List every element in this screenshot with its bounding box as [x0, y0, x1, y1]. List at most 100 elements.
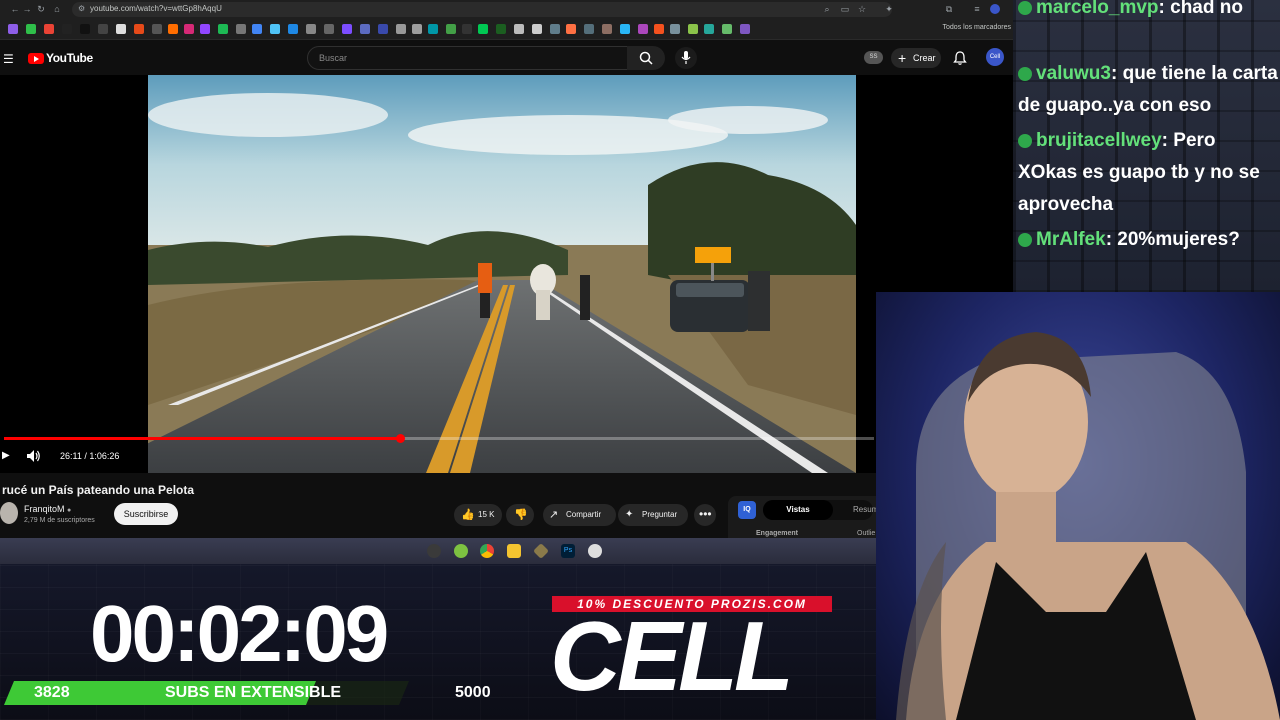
- youtube-header: ☰ YouTube SS + Crear Cell: [0, 40, 1013, 76]
- notifications-bell-icon[interactable]: [952, 50, 968, 66]
- url-text: youtube.com/watch?v=wttGp8hAqqU: [90, 4, 222, 13]
- bookmark-icon[interactable]: [412, 24, 422, 34]
- chat-badge-icon: [1018, 0, 1032, 15]
- more-icon: •••: [699, 507, 712, 521]
- subscribe-button[interactable]: Suscribirse: [114, 503, 178, 525]
- all-bookmarks-label[interactable]: Todos los marcadores: [943, 24, 1011, 31]
- youtube-logo[interactable]: YouTube: [28, 50, 93, 66]
- sidepanel-icon[interactable]: ≡: [972, 4, 982, 14]
- bookmark-icon[interactable]: [446, 24, 456, 34]
- tab-vistas[interactable]: Vistas: [763, 500, 833, 520]
- photoshop-icon[interactable]: Ps: [561, 544, 575, 558]
- bookmark-icon[interactable]: [688, 24, 698, 34]
- video-player[interactable]: [0, 75, 1013, 473]
- channel-name[interactable]: FranqitoM ●: [24, 504, 71, 514]
- bookmark-icon[interactable]: [638, 24, 648, 34]
- bookmark-icon[interactable]: [98, 24, 108, 34]
- video-frame[interactable]: [148, 75, 856, 473]
- tab-resumen[interactable]: Resum: [853, 500, 878, 520]
- bookmark-icon[interactable]: [168, 24, 178, 34]
- extension-icon[interactable]: ✦: [884, 4, 894, 14]
- bookmark-icon[interactable]: [550, 24, 560, 34]
- video-info: rucé un País pateando una Pelota Franqit…: [0, 473, 1013, 540]
- more-actions-button[interactable]: •••: [694, 504, 716, 526]
- menu-icon[interactable]: ☰: [3, 52, 14, 66]
- bookmark-icon[interactable]: [740, 24, 750, 34]
- zoom-icon[interactable]: ⌕: [822, 4, 832, 14]
- bookmark-icon[interactable]: [306, 24, 316, 34]
- bookmark-icon[interactable]: [496, 24, 506, 34]
- ask-button[interactable]: ✦ Preguntar: [618, 504, 688, 526]
- like-count: 15 K: [478, 510, 495, 519]
- user-badge[interactable]: SS: [864, 51, 883, 64]
- volume-icon[interactable]: [27, 450, 41, 462]
- bookmark-icon[interactable]: [8, 24, 18, 34]
- minecraft-icon[interactable]: [533, 543, 549, 559]
- search-box[interactable]: [307, 46, 629, 70]
- bookmark-icon[interactable]: [620, 24, 630, 34]
- bookmark-icon[interactable]: [566, 24, 576, 34]
- back-icon[interactable]: ←: [10, 4, 20, 14]
- bookmark-icon[interactable]: [270, 24, 280, 34]
- x-icon[interactable]: [62, 24, 72, 34]
- chrome-icon[interactable]: [480, 544, 494, 558]
- bookmark-icon[interactable]: [532, 24, 542, 34]
- tiktok-icon[interactable]: [80, 24, 90, 34]
- forward-icon[interactable]: →: [22, 4, 32, 14]
- bookmark-icon[interactable]: [252, 24, 262, 34]
- twitch-icon[interactable]: [200, 24, 210, 34]
- address-bar[interactable]: ⚙ youtube.com/watch?v=wttGp8hAqqU: [72, 2, 892, 17]
- bookmark-star-icon[interactable]: ☆: [857, 4, 867, 14]
- verified-icon: ●: [67, 507, 72, 514]
- bookmark-icon[interactable]: [324, 24, 334, 34]
- bookmark-icon[interactable]: [478, 24, 488, 34]
- extensions-puzzle-icon[interactable]: ⧉: [944, 4, 954, 14]
- obs-icon[interactable]: [427, 544, 441, 558]
- search-input[interactable]: [317, 52, 621, 64]
- search-button[interactable]: [627, 46, 665, 70]
- video-title: rucé un País pateando una Pelota: [2, 483, 195, 497]
- bookmark-icon[interactable]: [360, 24, 370, 34]
- bookmark-icon[interactable]: [462, 24, 472, 34]
- dislike-button[interactable]: 👎: [506, 504, 534, 526]
- bookmark-icon[interactable]: [514, 24, 524, 34]
- profile-icon[interactable]: [990, 4, 1000, 14]
- bookmark-icon[interactable]: [722, 24, 732, 34]
- share-button[interactable]: ↗ Compartir: [543, 504, 616, 526]
- bookmark-icon[interactable]: [116, 24, 126, 34]
- create-button[interactable]: + Crear: [891, 48, 941, 68]
- bookmark-icon[interactable]: [670, 24, 680, 34]
- bookmark-icon[interactable]: [654, 24, 664, 34]
- bookmark-icon[interactable]: [218, 24, 228, 34]
- chat-username: marcelo_mvp: [1036, 0, 1159, 18]
- reload-icon[interactable]: ↻: [36, 4, 46, 14]
- site-info-icon[interactable]: ⚙: [78, 4, 85, 13]
- bookmark-icon[interactable]: [236, 24, 246, 34]
- bookmark-icon[interactable]: [342, 24, 352, 34]
- bookmark-icon[interactable]: [704, 24, 714, 34]
- like-button[interactable]: 👍 15 K: [454, 504, 502, 526]
- bookmark-icon[interactable]: [378, 24, 388, 34]
- voice-search-button[interactable]: [675, 47, 697, 69]
- bookmark-icon[interactable]: [134, 24, 144, 34]
- play-icon[interactable]: ▶: [2, 450, 10, 461]
- progress-scrubber[interactable]: [396, 434, 405, 443]
- app-icon[interactable]: [454, 544, 468, 558]
- file-explorer-icon[interactable]: [507, 544, 521, 558]
- analytics-logo[interactable]: IQ: [738, 501, 756, 519]
- bookmark-icon[interactable]: [396, 24, 406, 34]
- channel-avatar[interactable]: [0, 502, 18, 524]
- instagram-icon[interactable]: [184, 24, 194, 34]
- bookmark-icon[interactable]: [602, 24, 612, 34]
- bookmark-icon[interactable]: [428, 24, 438, 34]
- bookmark-icon[interactable]: [584, 24, 594, 34]
- app-icon[interactable]: [588, 544, 602, 558]
- home-icon[interactable]: ⌂: [52, 4, 62, 14]
- bookmark-icon[interactable]: [288, 24, 298, 34]
- bookmark-icon[interactable]: [26, 24, 36, 34]
- ask-label: Preguntar: [642, 510, 678, 519]
- bookmark-icon[interactable]: [152, 24, 162, 34]
- gmail-icon[interactable]: [44, 24, 54, 34]
- account-avatar[interactable]: Cell: [986, 48, 1004, 66]
- cast-icon[interactable]: ▭: [840, 4, 850, 14]
